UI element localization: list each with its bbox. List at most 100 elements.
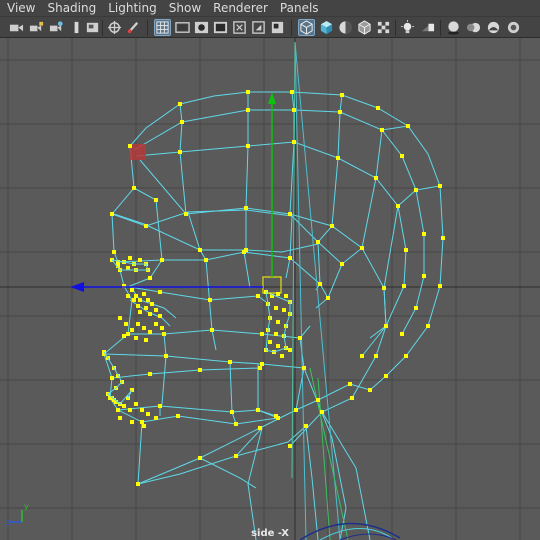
mesh-vertex (134, 336, 138, 340)
mesh-vertex (130, 328, 134, 332)
camera-select-icon[interactable] (8, 19, 25, 36)
wireframe-icon[interactable] (298, 19, 315, 36)
safe-title-icon[interactable] (269, 19, 286, 36)
mesh-vertex (118, 316, 122, 320)
manipulator-y-arrowhead (268, 92, 276, 104)
mesh-vertex (374, 176, 378, 180)
screen-space-ambient-occlusion-icon[interactable] (445, 19, 462, 36)
menu-panels[interactable]: Panels (274, 0, 325, 16)
mesh-vertex (282, 308, 286, 312)
mesh-vertex (154, 416, 158, 420)
panel-toolbar (0, 16, 540, 38)
use-all-lights-icon[interactable] (399, 19, 416, 36)
mesh-vertex (234, 454, 238, 458)
mesh-vertex (122, 334, 126, 338)
mesh-vertex (116, 408, 120, 412)
mesh-vertex (426, 324, 430, 328)
mesh-vertex (140, 408, 144, 412)
camera-ray (294, 41, 341, 540)
menu-show[interactable]: Show (163, 0, 207, 16)
mesh-vertex (414, 306, 418, 310)
shadows-icon[interactable] (419, 19, 436, 36)
mesh-vertex (288, 348, 292, 352)
mesh-vertex (184, 212, 188, 216)
wireframe-on-shaded-icon[interactable] (356, 19, 373, 36)
multisample-antialiasing-icon[interactable] (485, 19, 502, 36)
mesh-vertex (230, 410, 234, 414)
mesh-vertex (441, 236, 445, 240)
mesh-vertex (134, 294, 138, 298)
film-gate-icon[interactable] (174, 19, 191, 36)
mesh-vertex (422, 232, 426, 236)
selected-face (130, 144, 146, 160)
mesh-edge (113, 213, 319, 253)
mesh-vertex (154, 198, 158, 202)
xray-icon[interactable] (375, 19, 392, 36)
mesh-vertex (132, 298, 136, 302)
resolution-gate-icon[interactable] (193, 19, 210, 36)
mesh-edge (135, 141, 407, 357)
mesh-edge (305, 425, 319, 540)
mesh-vertex (136, 322, 140, 326)
mesh-vertex (360, 246, 364, 250)
mesh-vertex (336, 156, 340, 160)
mesh-vertex (326, 296, 330, 300)
mesh-edge (303, 367, 347, 540)
menu-view[interactable]: View (0, 0, 41, 16)
camera-view-label: side -X (251, 528, 289, 539)
mesh-vertex (404, 248, 408, 252)
gate-mask-icon[interactable] (212, 19, 229, 36)
mesh-vertex (148, 330, 152, 334)
mesh-vertex (438, 284, 442, 288)
mesh-vertex (316, 398, 320, 402)
modeling-viewport[interactable]: y z side -X (0, 38, 540, 540)
mesh-edge (243, 92, 251, 289)
grid-icon[interactable] (154, 19, 171, 36)
menu-renderer[interactable]: Renderer (207, 0, 274, 16)
menu-shading[interactable]: Shading (41, 0, 102, 16)
mesh-vertex (146, 298, 150, 302)
mesh-vertex (134, 402, 138, 406)
mesh-vertex (176, 414, 180, 418)
mesh-vertex (258, 426, 262, 430)
axis-y-label: y (24, 502, 29, 511)
smooth-shade-icon[interactable] (318, 19, 335, 36)
mesh-vertex (110, 212, 114, 216)
mesh-edge (117, 251, 329, 299)
mesh-vertex (128, 408, 132, 412)
mesh-vertex (204, 258, 208, 262)
mesh-vertex (112, 250, 116, 254)
depth-of-field-icon[interactable] (505, 19, 522, 36)
mesh-vertex (280, 354, 284, 358)
motion-blur-icon[interactable] (465, 19, 482, 36)
mesh-vertex (368, 388, 372, 392)
mesh-edge (179, 103, 217, 351)
axis-z-label: z (6, 518, 10, 526)
mesh-vertex (178, 102, 182, 106)
mesh-vertex (128, 256, 132, 260)
mesh-vertex (290, 90, 294, 94)
menu-lighting[interactable]: Lighting (102, 0, 163, 16)
mesh-vertex (144, 306, 148, 310)
mesh-vertex (340, 262, 344, 266)
bookmark-icon[interactable] (48, 19, 65, 36)
mesh-vertex (154, 322, 158, 326)
mesh-vertex (406, 124, 410, 128)
mesh-edge (315, 125, 409, 309)
mesh-vertex (438, 184, 442, 188)
mesh-vertex (338, 110, 342, 114)
two-d-pan-icon[interactable] (84, 19, 101, 36)
image-plane-icon[interactable] (68, 19, 85, 36)
camera-attributes-icon[interactable] (28, 19, 45, 36)
use-default-material-icon[interactable] (337, 19, 354, 36)
mesh-edge (129, 91, 444, 391)
two-d-pan-icon-b[interactable] (106, 19, 123, 36)
mesh-vertex (198, 368, 202, 372)
grease-pencil-icon[interactable] (125, 19, 142, 36)
field-chart-icon[interactable] (231, 19, 248, 36)
viewport-canvas[interactable] (0, 38, 540, 540)
safe-action-icon[interactable] (250, 19, 267, 36)
mesh-vertex (348, 382, 352, 386)
mesh-vertex (164, 354, 168, 358)
mesh-vertex (162, 332, 166, 336)
